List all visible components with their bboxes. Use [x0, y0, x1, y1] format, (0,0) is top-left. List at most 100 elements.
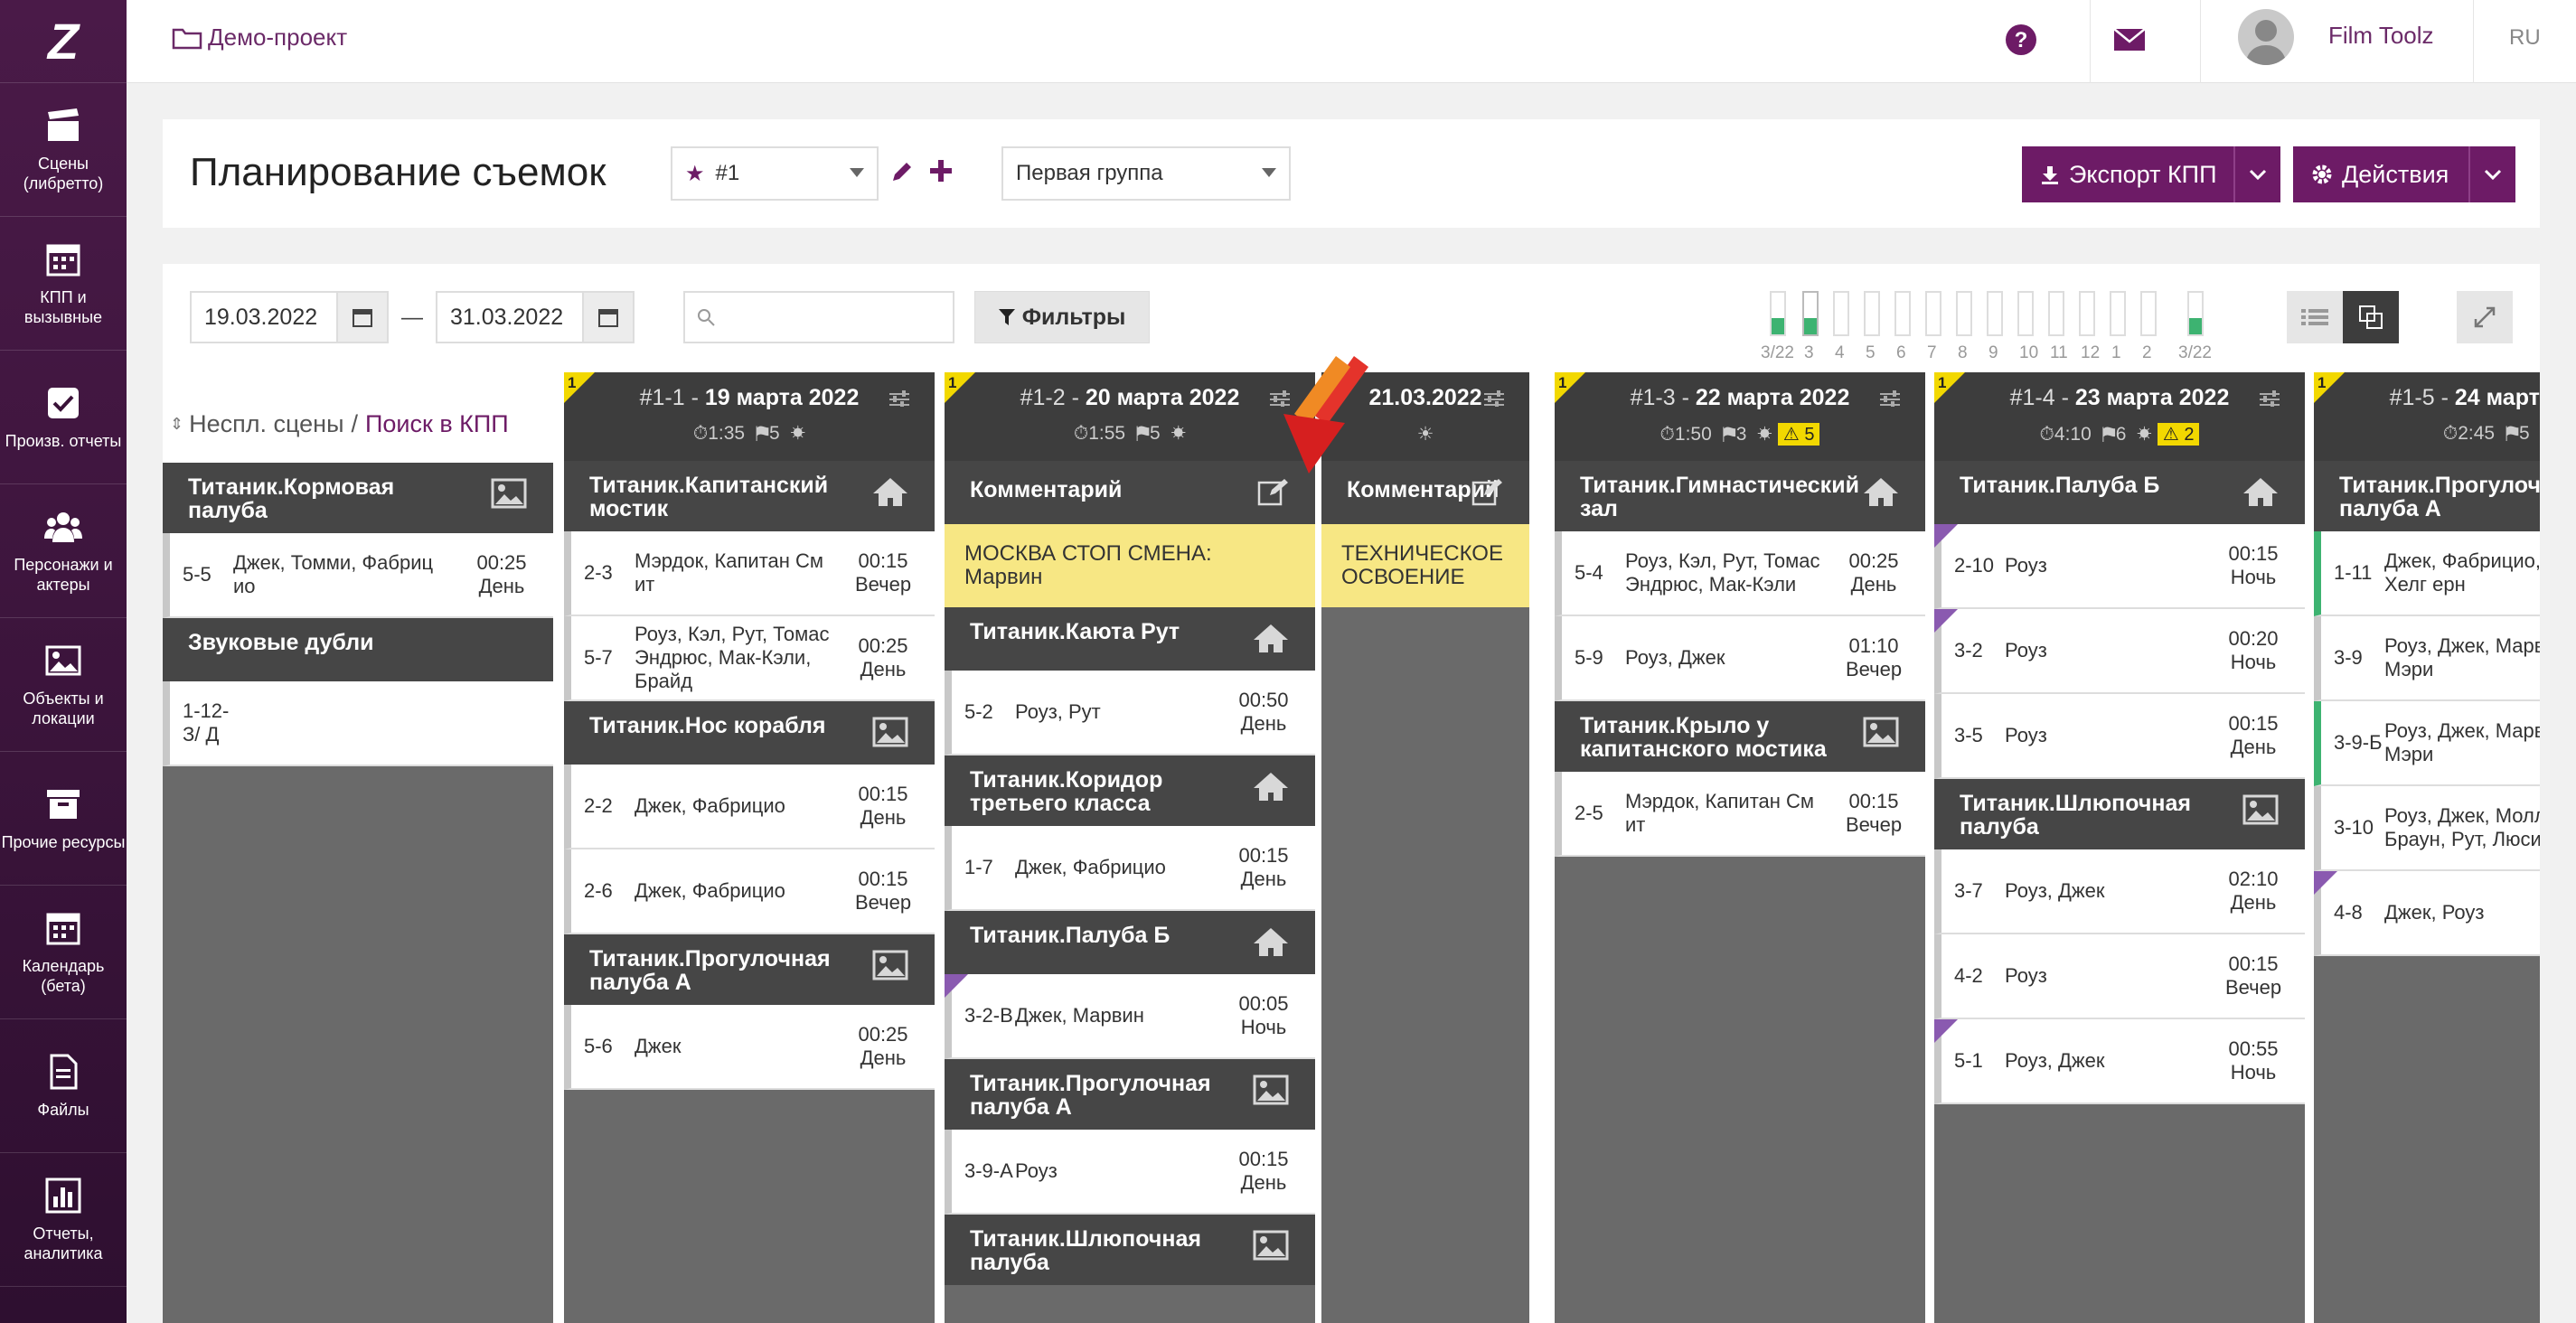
minimap-day[interactable]: [1987, 291, 2003, 336]
location-header[interactable]: Титаник.Нос корабля: [564, 701, 935, 765]
scene-row[interactable]: 4-8 Джек, Роуз: [2314, 871, 2540, 956]
minimap-day[interactable]: [1802, 291, 1819, 336]
minimap-day[interactable]: [2187, 291, 2204, 336]
calendar-icon[interactable]: [582, 293, 633, 342]
scene-row[interactable]: 3-9 Роуз, Джек, Марвин, Мэри: [2314, 616, 2540, 701]
warning-badge[interactable]: ⚠ 2: [2157, 423, 2200, 446]
board-view-button[interactable]: [2343, 291, 2399, 343]
minimap-day[interactable]: [1925, 291, 1941, 336]
nav-item[interactable]: Прочие ресурсы: [0, 752, 127, 886]
scene-row[interactable]: 2-10 Роуз 00:15 Ночь: [1934, 524, 2305, 609]
minimap-day[interactable]: [1956, 291, 1972, 336]
sliders-icon[interactable]: [1880, 390, 1900, 407]
scene-row[interactable]: 3-5 Роуз 00:15 День: [1934, 694, 2305, 779]
nav-item[interactable]: Персонажи и актеры: [0, 484, 127, 618]
nav-item[interactable]: Произв. отчеты: [0, 351, 127, 484]
minimap-day[interactable]: [2079, 291, 2095, 336]
date-from-input[interactable]: 19.03.2022: [190, 291, 389, 343]
scene-row[interactable]: 4-2 Роуз 00:15 Вечер: [1934, 934, 2305, 1019]
search-input[interactable]: [683, 291, 954, 343]
date-to-input[interactable]: 31.03.2022: [436, 291, 635, 343]
nav-item[interactable]: Объекты и локации: [0, 618, 127, 752]
location-header[interactable]: Титаник.Шлюпочная палуба: [1934, 779, 2305, 849]
group-select[interactable]: Первая группа: [1001, 146, 1291, 201]
scene-row[interactable]: 5-7 Роуз, Кэл, Рут, Томас Эндрюс, Мак-Кэл…: [564, 616, 935, 701]
sort-icon[interactable]: ⇕: [170, 415, 183, 434]
scene-row[interactable]: 3-9-А Роуз 00:15 День: [945, 1130, 1315, 1215]
day-header[interactable]: 1 #1-3 - 22 марта 2022 ⏱1:50 ⚑3 ☀ ⚠ 5: [1555, 372, 1925, 461]
minimap-day[interactable]: [1770, 291, 1786, 336]
plan-select[interactable]: ★ #1: [671, 146, 879, 201]
day-header[interactable]: 1 #1-4 - 23 марта 2022 ⏱4:10 ⚑6 ☀ ⚠ 2: [1934, 372, 2305, 461]
filters-button[interactable]: Фильтры: [974, 291, 1150, 343]
minimap-day[interactable]: [2048, 291, 2064, 336]
actions-button[interactable]: Действия: [2293, 146, 2515, 202]
help-icon[interactable]: ?: [2001, 20, 2041, 60]
app-logo[interactable]: Z: [0, 0, 127, 83]
location-header[interactable]: Титаник.Крыло у капитанского мостика: [1555, 701, 1925, 772]
scene-row[interactable]: 5-4 Роуз, Кэл, Рут, Томас Эндрюс, Мак-Кэл…: [1555, 531, 1925, 616]
nav-item[interactable]: Сцены (либретто): [0, 83, 127, 217]
comment-header[interactable]: Комментарий: [945, 461, 1315, 524]
nav-item[interactable]: Файлы: [0, 1019, 127, 1153]
location-header[interactable]: Титаник.Прогулочная палуба А: [564, 934, 935, 1005]
location-header[interactable]: Титаник.Кормовая палуба: [163, 463, 553, 533]
location-header[interactable]: Титаник.Каюта Рут: [945, 607, 1315, 671]
location-header[interactable]: Титаник.Палуба Б: [945, 911, 1315, 974]
minimap-day[interactable]: [1894, 291, 1911, 336]
nav-item[interactable]: Отчеты, аналитика: [0, 1153, 127, 1287]
scene-row[interactable]: 3-9-БРоуз, Джек, Марвин, Мэри: [2314, 701, 2540, 786]
avatar[interactable]: [2238, 9, 2294, 65]
scene-row[interactable]: 2-6 Джек, Фабрицио 00:15 Вечер: [564, 849, 935, 934]
scene-row[interactable]: 5-1 Роуз, Джек 00:55 Ночь: [1934, 1019, 2305, 1104]
location-header[interactable]: Звуковые дубли: [163, 618, 553, 681]
comment-note[interactable]: МОСКВА СТОП СМЕНА: Марвин: [945, 524, 1315, 607]
export-button[interactable]: Экспорт КПП: [2022, 146, 2280, 202]
location-header[interactable]: Титаник.Шлюпочная палуба: [945, 1215, 1315, 1285]
scene-row[interactable]: 2-5 Мэрдок, Капитан См ит 00:15 Вечер: [1555, 772, 1925, 857]
day-header[interactable]: 1 #1-2 - 20 марта 2022 ⏱1:55 ⚑5 ☀: [945, 372, 1315, 461]
minimap-day[interactable]: [2017, 291, 2034, 336]
warning-badge[interactable]: ⚠ 5: [1777, 423, 1820, 446]
export-dropdown[interactable]: [2233, 146, 2280, 202]
scene-row[interactable]: 3-10 Роуз, Джек, Молли Браун, Рут, Люси: [2314, 786, 2540, 871]
scene-row[interactable]: 5-2 Роуз, Рут 00:50 День: [945, 671, 1315, 755]
day-header[interactable]: 1 #1-1 - 19 марта 2022 ⏱1:35 ⚑5 ☀: [564, 372, 935, 461]
scene-row[interactable]: 5-6 Джек 00:25 День: [564, 1005, 935, 1090]
comment-note[interactable]: ТЕХНИЧЕСКОЕ ОСВОЕНИЕ: [1321, 524, 1529, 607]
sliders-icon[interactable]: [1484, 390, 1504, 407]
location-header[interactable]: Титаник.Капитанский мостик: [564, 461, 935, 531]
plus-icon[interactable]: [927, 157, 954, 184]
location-header[interactable]: Титаник.Коридор третьего класса: [945, 755, 1315, 826]
user-name[interactable]: Film Toolz: [2328, 22, 2434, 50]
scene-row[interactable]: 2-3 Мэрдок, Капитан См ит 00:15 Вечер: [564, 531, 935, 616]
pencil-icon[interactable]: [889, 159, 915, 184]
scene-row[interactable]: 5-9 Роуз, Джек 01:10 Вечер: [1555, 616, 1925, 701]
location-header[interactable]: Титаник.Палуба Б: [1934, 461, 2305, 524]
location-header[interactable]: Титаник.Гимнастический зал: [1555, 461, 1925, 531]
scene-row[interactable]: 1-11 Джек, Фабрицио, Хелг ерн: [2314, 531, 2540, 616]
minimap-day[interactable]: [1864, 291, 1880, 336]
actions-dropdown[interactable]: [2468, 146, 2515, 202]
sliders-icon[interactable]: [889, 390, 909, 407]
calendar-icon[interactable]: [336, 293, 387, 342]
location-header[interactable]: Титаник.Прогулочная палуба А: [2314, 461, 2540, 531]
day-header[interactable]: 1#1-5 - 24 марта 2022⏱2:45 ⚑5 ☀: [2314, 372, 2540, 461]
nav-item[interactable]: Календарь (бета): [0, 886, 127, 1019]
scene-row[interactable]: 2-2 Джек, Фабрицио 00:15 День: [564, 765, 935, 849]
scene-row[interactable]: 1-12-З/ Д: [163, 681, 553, 766]
scene-row[interactable]: 3-2-В Джек, Марвин 00:05 Ночь: [945, 974, 1315, 1059]
scene-row[interactable]: 3-2 Роуз 00:20 Ночь: [1934, 609, 2305, 694]
location-header[interactable]: Титаник.Прогулочная палуба А: [945, 1059, 1315, 1130]
scene-row[interactable]: 1-7 Джек, Фабрицио 00:15 День: [945, 826, 1315, 911]
search-kpp-link[interactable]: Поиск в КПП: [365, 410, 509, 438]
edit-icon[interactable]: [1471, 477, 1504, 506]
project-link[interactable]: Демо-проект: [172, 23, 347, 52]
minimap-day[interactable]: [2110, 291, 2126, 336]
sliders-icon[interactable]: [2260, 390, 2280, 407]
scene-row[interactable]: 3-7 Роуз, Джек 02:10 День: [1934, 849, 2305, 934]
list-view-button[interactable]: [2287, 291, 2343, 343]
mail-icon[interactable]: [2110, 20, 2149, 60]
nav-item[interactable]: КПП и вызывные: [0, 217, 127, 351]
scene-row[interactable]: 5-5 Джек, Томми, Фабриц ио 00:25 День: [163, 533, 553, 618]
